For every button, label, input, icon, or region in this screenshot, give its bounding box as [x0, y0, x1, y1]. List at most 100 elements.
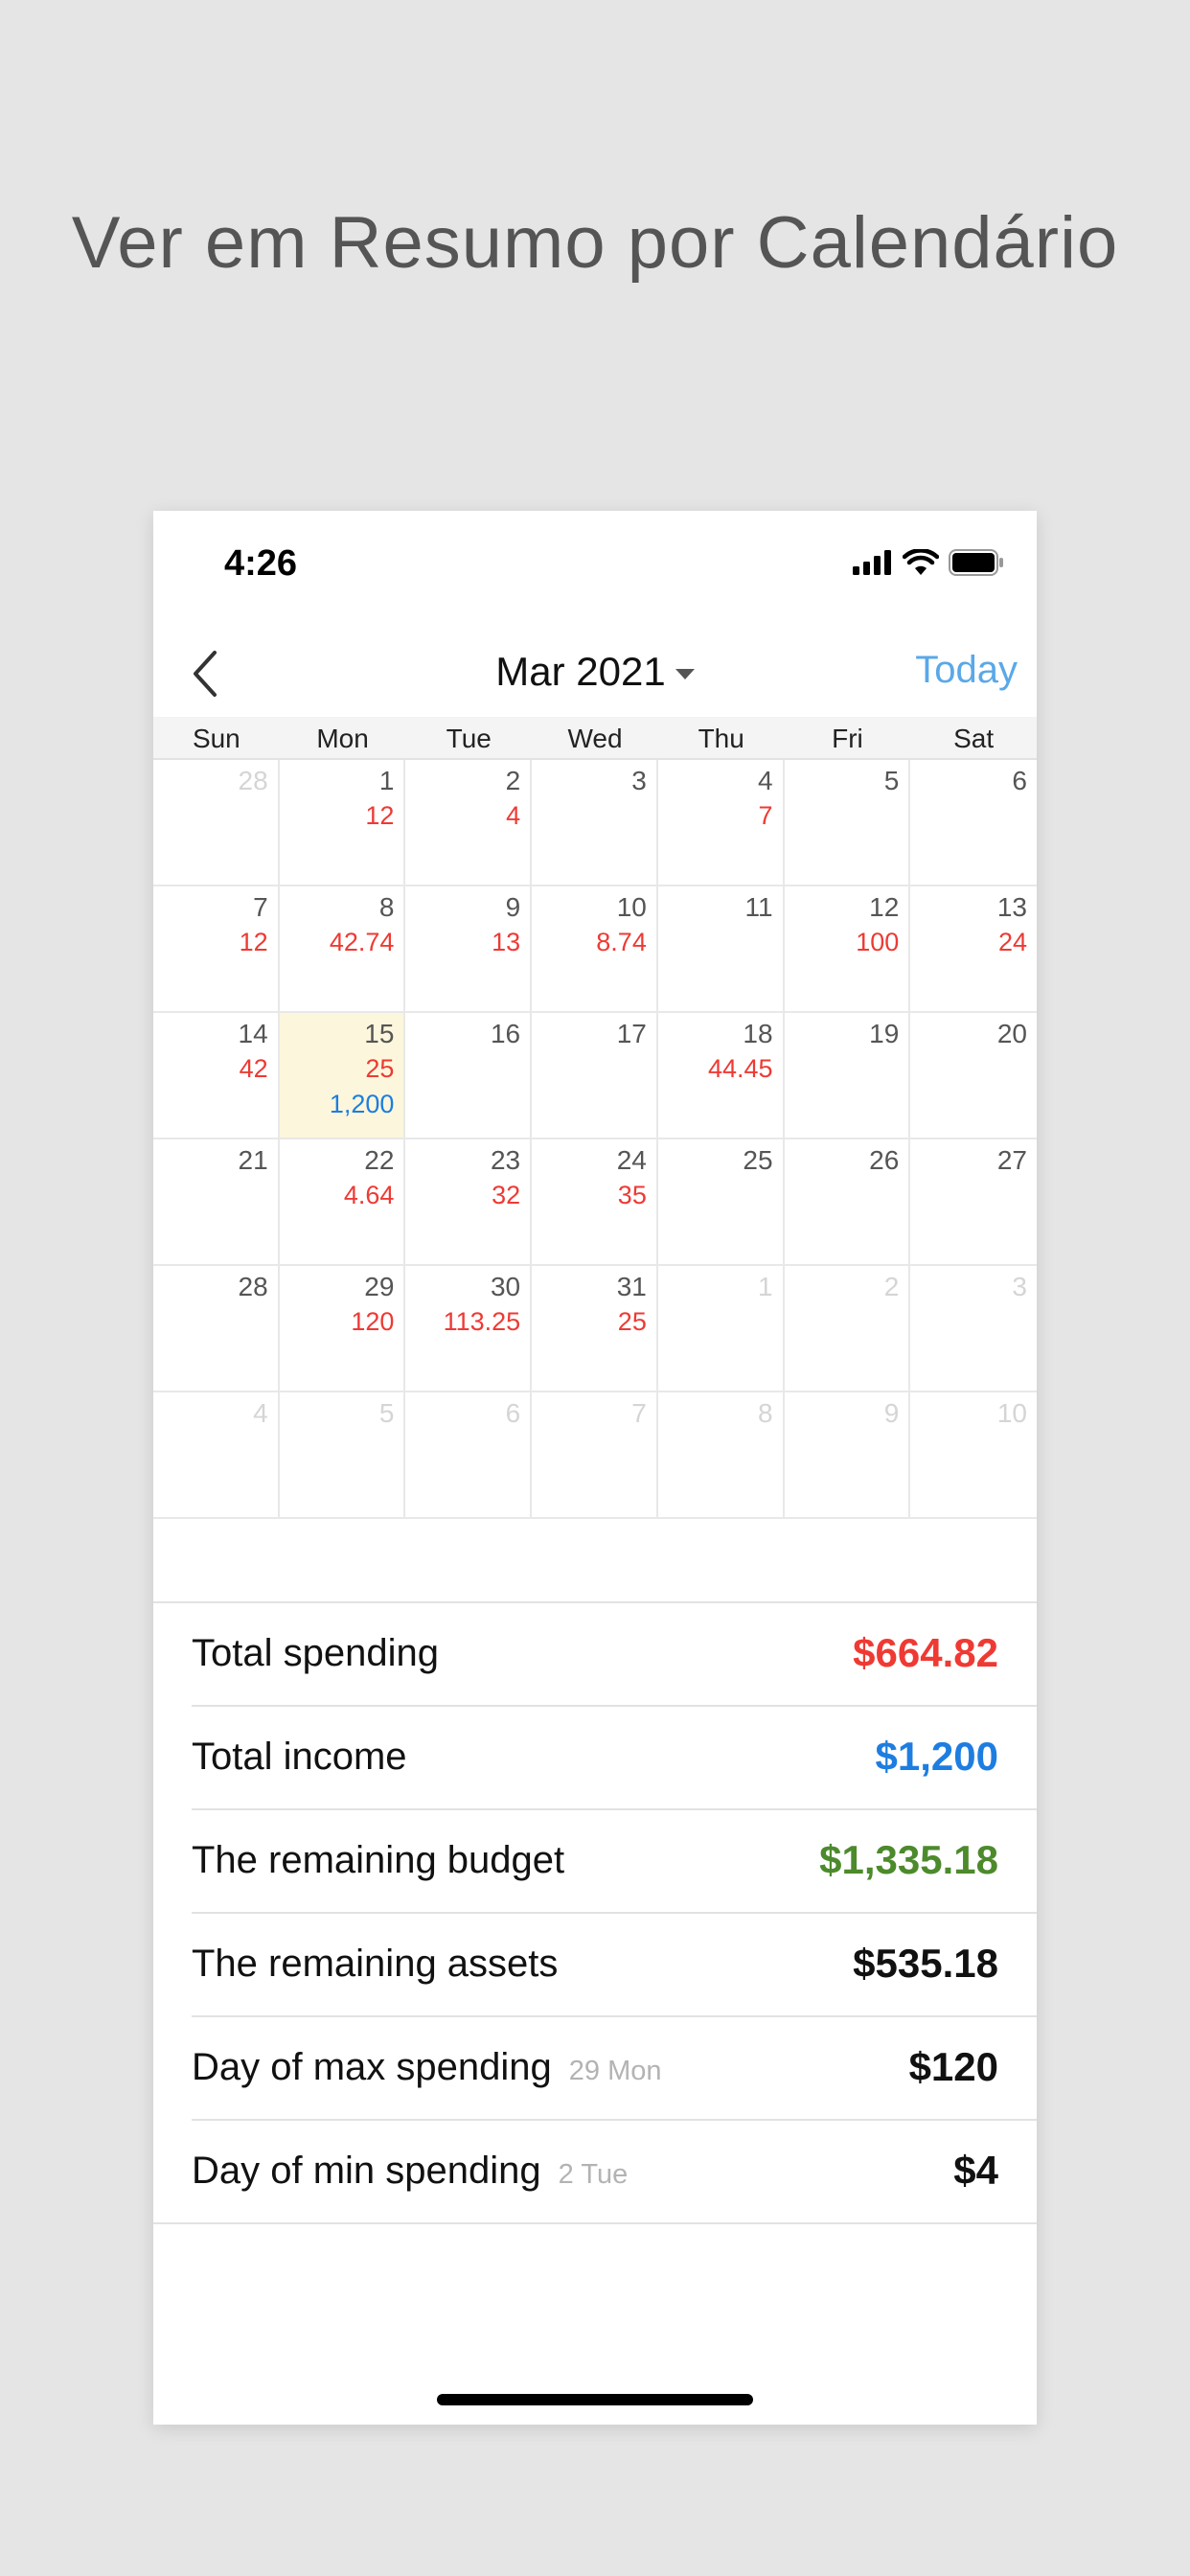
calendar-day[interactable]: 28 [153, 760, 280, 886]
calendar-day[interactable]: 4 [153, 1392, 280, 1519]
calendar-day[interactable]: 18 44.45 [657, 1013, 785, 1139]
day-number: 26 [869, 1145, 900, 1175]
calendar-day[interactable]: 31 25 [532, 1266, 658, 1392]
day-number: 8 [757, 1398, 773, 1428]
calendar-day[interactable]: 28 [153, 1266, 280, 1392]
day-number: 22 [364, 1145, 395, 1175]
day-number: 6 [1012, 766, 1027, 795]
summary-label: Total income [192, 1736, 407, 1778]
calendar-day[interactable]: 26 [784, 1139, 911, 1266]
day-number: 4 [757, 766, 773, 795]
calendar-day[interactable]: 47 [657, 760, 785, 886]
day-spending: 24 [997, 928, 1027, 956]
caret-down-icon [675, 669, 695, 680]
day-number: 28 [238, 766, 268, 795]
today-button[interactable]: Today [915, 649, 1018, 692]
calendar-day-selected[interactable]: 15 25 1,200 [279, 1013, 406, 1139]
promo-headline: Ver em Resumo por Calendário [71, 202, 1119, 284]
day-spending: 8.74 [596, 928, 647, 956]
calendar-day[interactable]: 9 [784, 1392, 911, 1519]
summary-label: Day of max spending 29 Mon [192, 2046, 662, 2089]
calendar-day[interactable]: 7 12 [153, 886, 280, 1013]
day-number: 11 [744, 892, 773, 922]
summary-row-total-income: Total income $1,200 [192, 1707, 1037, 1810]
day-spending: 42 [239, 1054, 268, 1083]
day-spending: 32 [492, 1181, 521, 1209]
calendar-day[interactable]: 27 [910, 1139, 1037, 1266]
calendar-day[interactable]: 24 [405, 760, 533, 886]
calendar-day[interactable]: 8 [657, 1392, 785, 1519]
summary-label-text: Day of min spending [192, 2150, 541, 2192]
weekday-label: Mon [316, 724, 369, 753]
calendar-day[interactable]: 10 8.74 [532, 886, 658, 1013]
summary-list: Total spending $664.82 Total income $1,2… [153, 1601, 1037, 2224]
wifi-icon [903, 549, 939, 575]
day-number: 23 [490, 1145, 521, 1175]
calendar-day[interactable]: 17 [532, 1013, 658, 1139]
day-spending: 113.25 [443, 1307, 521, 1336]
day-number: 31 [616, 1272, 647, 1301]
day-number: 7 [631, 1398, 647, 1428]
home-indicator [437, 2394, 753, 2405]
weekday-label: Thu [698, 724, 744, 753]
summary-label: The remaining assets [192, 1943, 559, 1985]
calendar-day[interactable]: 3 [532, 760, 658, 886]
calendar-day[interactable]: 25 [657, 1139, 785, 1266]
calendar-day[interactable]: 9 13 [405, 886, 533, 1013]
remaining-budget-value: $1,335.18 [819, 1837, 998, 1882]
calendar-day[interactable]: 24 35 [532, 1139, 658, 1266]
day-number: 10 [616, 892, 647, 922]
min-spending-date: 2 Tue [558, 2159, 629, 2190]
battery-icon [949, 549, 1003, 576]
day-number: 13 [996, 892, 1027, 922]
day-number: 29 [364, 1272, 395, 1301]
total-income-value: $1,200 [875, 1734, 998, 1779]
calendar-day[interactable]: 10 [910, 1392, 1037, 1519]
summary-label: Day of min spending 2 Tue [192, 2150, 628, 2193]
day-number: 15 [364, 1019, 395, 1048]
day-number: 5 [883, 766, 900, 795]
calendar-day[interactable]: 13 24 [910, 886, 1037, 1013]
calendar-day[interactable]: 22 4.64 [279, 1139, 406, 1266]
day-number: 5 [378, 1398, 395, 1428]
calendar-day[interactable]: 14 42 [153, 1013, 280, 1139]
calendar-day[interactable]: 21 [153, 1139, 280, 1266]
calendar-day[interactable]: 20 [910, 1013, 1037, 1139]
calendar-day[interactable]: 30 113.25 [405, 1266, 533, 1392]
summary-label: Total spending [192, 1632, 439, 1674]
calendar-day[interactable]: 23 32 [405, 1139, 533, 1266]
calendar-day[interactable]: 11 [657, 886, 785, 1013]
summary-row-total-spending: Total spending $664.82 [192, 1603, 1037, 1707]
calendar-day[interactable]: 16 [405, 1013, 533, 1139]
calendar-day[interactable]: 6 [405, 1392, 533, 1519]
weekday-label: Sat [953, 724, 995, 753]
calendar-day[interactable]: 8 42.74 [279, 886, 406, 1013]
day-number: 19 [869, 1019, 900, 1048]
calendar-day[interactable]: 1 [657, 1266, 785, 1392]
calendar-day[interactable]: 29 120 [279, 1266, 406, 1392]
day-number: 21 [238, 1145, 268, 1175]
calendar-day[interactable]: 12 100 [784, 886, 911, 1013]
calendar-day[interactable]: 6 [910, 760, 1037, 886]
day-income: 1,200 [329, 1090, 395, 1118]
calendar-day[interactable]: 5 [279, 1392, 406, 1519]
calendar-day[interactable]: 2 [784, 1266, 911, 1392]
weekday-label: Wed [567, 724, 623, 753]
day-number: 10 [996, 1398, 1027, 1428]
day-number: 6 [505, 1398, 521, 1428]
remaining-assets-value: $535.18 [853, 1941, 998, 1986]
day-spending: 100 [856, 928, 900, 956]
day-number: 14 [238, 1019, 268, 1048]
day-number: 3 [631, 766, 647, 795]
summary-label-text: Day of max spending [192, 2046, 552, 2088]
calendar-day[interactable]: 19 [784, 1013, 911, 1139]
calendar-day[interactable]: 7 [532, 1392, 658, 1519]
status-icons [853, 549, 1004, 576]
day-spending: 35 [617, 1181, 647, 1209]
calendar-day[interactable]: 5 [784, 760, 911, 886]
calendar-day[interactable]: 1 12 [279, 760, 406, 886]
calendar-day[interactable]: 3 [910, 1266, 1037, 1392]
day-number: 4 [253, 1398, 268, 1428]
day-number: 2 [505, 766, 521, 795]
month-selector[interactable]: Mar 2021 [153, 649, 1037, 695]
